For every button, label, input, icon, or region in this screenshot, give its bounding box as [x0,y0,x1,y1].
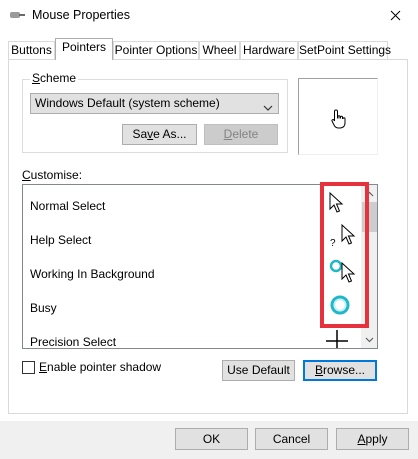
scheme-label: Scheme [30,71,79,85]
list-item-label: Working In Background [30,267,155,281]
tab-buttons[interactable]: Buttons [8,41,55,60]
cursor-list[interactable]: Normal Select Help Select ? Working In B… [22,184,378,349]
scroll-up-button[interactable] [361,185,377,202]
pointer-shadow-label[interactable]: Enable pointer shadow [39,360,161,374]
cancel-button[interactable]: Cancel [255,428,328,450]
list-item-label: Precision Select [30,335,117,349]
list-item[interactable]: Help Select ? [23,222,361,256]
chevron-down-icon [263,99,273,111]
save-as-button[interactable]: Save As... [122,124,197,145]
list-item[interactable]: Busy [23,290,361,324]
list-item[interactable]: Precision Select [23,324,361,349]
list-item-label: Help Select [30,233,92,247]
close-button[interactable] [372,0,418,31]
list-item-label: Busy [30,301,57,315]
apply-button[interactable]: Apply [336,428,409,450]
list-item-label: Normal Select [30,199,106,213]
scroll-thumb[interactable] [362,202,377,232]
list-item[interactable]: Working In Background [23,256,361,290]
busy-cursor-icon [329,294,351,319]
pointer-preview [298,78,378,155]
scheme-selected-value: Windows Default (system scheme) [35,96,220,110]
tab-wheel[interactable]: Wheel [199,41,240,60]
list-item[interactable]: Normal Select [23,188,361,222]
arrow-cursor-icon [329,191,345,217]
tab-pointers[interactable]: Pointers [55,38,113,60]
delete-button[interactable]: Delete [204,124,278,145]
tab-strip: Buttons Pointers Pointer Options Wheel H… [8,38,413,60]
working-cursor-icon [329,257,357,286]
mouse-icon [9,9,27,21]
ok-button[interactable]: OK [175,428,248,450]
close-icon [390,10,400,21]
customise-label: Customise: [22,168,83,182]
chevron-up-icon [365,191,374,196]
title-bar: Mouse Properties [0,0,418,31]
scheme-dropdown[interactable]: Windows Default (system scheme) [30,93,279,114]
tab-pointer-options[interactable]: Pointer Options [113,41,199,60]
svg-text:?: ? [330,238,336,248]
browse-button[interactable]: Browse... [303,360,377,381]
help-cursor-icon: ? [329,223,357,251]
window-title: Mouse Properties [32,8,130,22]
use-default-button[interactable]: Use Default [222,360,295,381]
tab-hardware[interactable]: Hardware [240,41,298,60]
pointer-shadow-checkbox[interactable] [22,361,35,374]
tab-setpoint-settings[interactable]: SetPoint Settings [298,41,391,60]
scroll-down-button[interactable] [361,331,377,348]
hand-pointer-icon [331,109,347,132]
chevron-down-icon [365,337,374,342]
list-scrollbar[interactable] [361,185,377,348]
crosshair-cursor-icon [326,330,348,348]
